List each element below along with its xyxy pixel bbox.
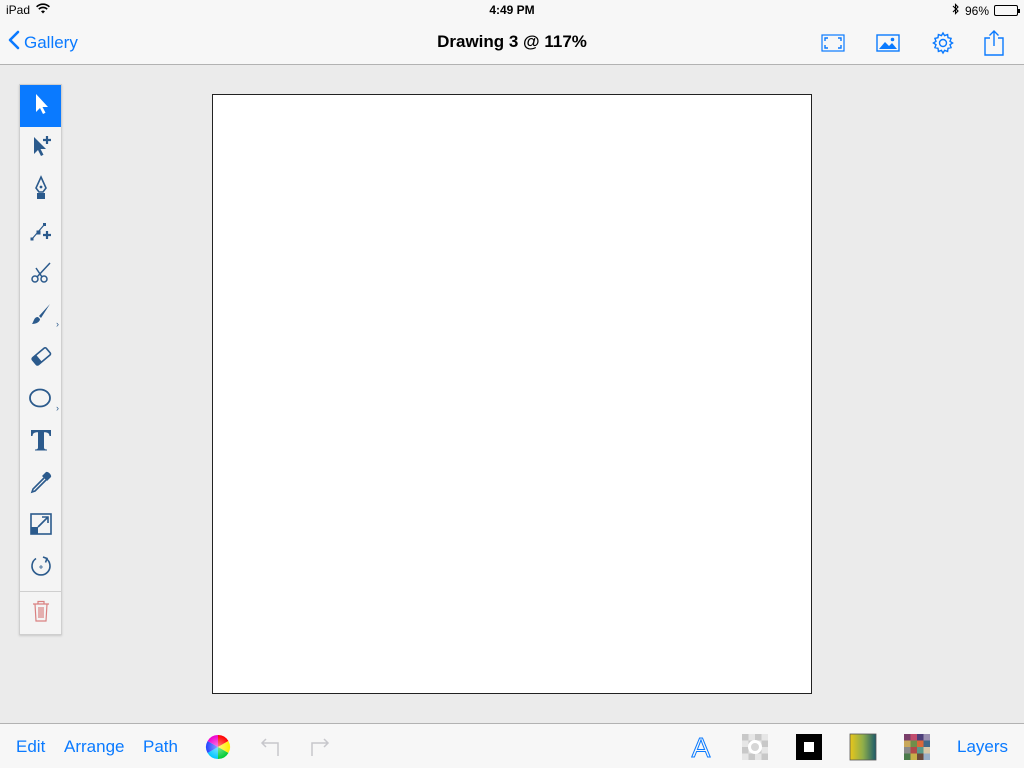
undo-icon[interactable] (255, 732, 285, 762)
tool-text[interactable] (20, 421, 61, 463)
text-icon (29, 428, 53, 457)
back-button-label: Gallery (24, 32, 78, 52)
scissors-icon (29, 260, 53, 289)
path-button[interactable]: Path (143, 737, 178, 757)
edit-button[interactable]: Edit (16, 737, 45, 757)
share-icon[interactable] (979, 28, 1009, 58)
status-time: 4:49 PM (489, 3, 535, 17)
submenu-indicator-icon: › (56, 319, 59, 329)
tool-scissors[interactable] (20, 253, 61, 295)
drawing-canvas[interactable] (212, 94, 812, 694)
tool-select[interactable] (20, 85, 61, 127)
tool-brush[interactable]: › (20, 295, 61, 337)
tool-direct-select[interactable] (20, 127, 61, 169)
tool-add-anchor[interactable] (20, 211, 61, 253)
text-style-icon[interactable]: A (686, 732, 716, 762)
tool-eraser[interactable] (20, 337, 61, 379)
chevron-left-icon (8, 30, 20, 55)
back-button[interactable]: Gallery (8, 30, 78, 55)
tool-rotate[interactable] (20, 547, 61, 589)
brush-icon (29, 302, 53, 331)
bluetooth-icon (952, 3, 960, 18)
fullscreen-icon[interactable] (818, 28, 848, 58)
gradient-icon[interactable] (848, 732, 878, 762)
nav-bar: Gallery Drawing 3 @ 117% (0, 20, 1024, 65)
ellipse-icon (28, 387, 54, 414)
status-bar: iPad 4:49 PM 96% (0, 0, 1024, 20)
tool-eyedropper[interactable] (20, 463, 61, 505)
tool-scale[interactable] (20, 505, 61, 547)
page-title: Drawing 3 @ 117% (437, 32, 587, 51)
battery-icon (994, 5, 1020, 16)
eraser-icon (29, 344, 53, 373)
submenu-indicator-icon: › (56, 403, 59, 413)
color-wheel-icon[interactable] (203, 732, 233, 762)
tool-shape[interactable]: › (20, 379, 61, 421)
text-style-glyph: A (692, 733, 711, 761)
image-icon[interactable] (873, 28, 903, 58)
arrow-pointer-icon (31, 92, 51, 121)
scale-icon (29, 512, 53, 541)
arrow-plus-icon (30, 134, 52, 163)
bottom-toolbar: Edit Arrange Path A Layers (0, 723, 1024, 768)
pen-nib-icon (32, 174, 50, 206)
eyedropper-icon (29, 470, 53, 499)
swatches-icon[interactable] (902, 732, 932, 762)
fill-color-icon[interactable] (794, 732, 824, 762)
arrange-button[interactable]: Arrange (64, 737, 124, 757)
battery-percent: 96% (964, 3, 989, 18)
layers-button[interactable]: Layers (957, 737, 1008, 757)
gear-icon[interactable] (928, 28, 958, 58)
rotate-icon (29, 554, 53, 583)
tool-pen[interactable] (20, 169, 61, 211)
trash-icon (31, 599, 51, 628)
stroke-none-icon[interactable] (740, 732, 770, 762)
tool-delete[interactable] (20, 592, 61, 634)
anchor-plus-icon (29, 218, 53, 247)
redo-icon[interactable] (305, 732, 335, 762)
tool-palette: › › (19, 84, 62, 635)
